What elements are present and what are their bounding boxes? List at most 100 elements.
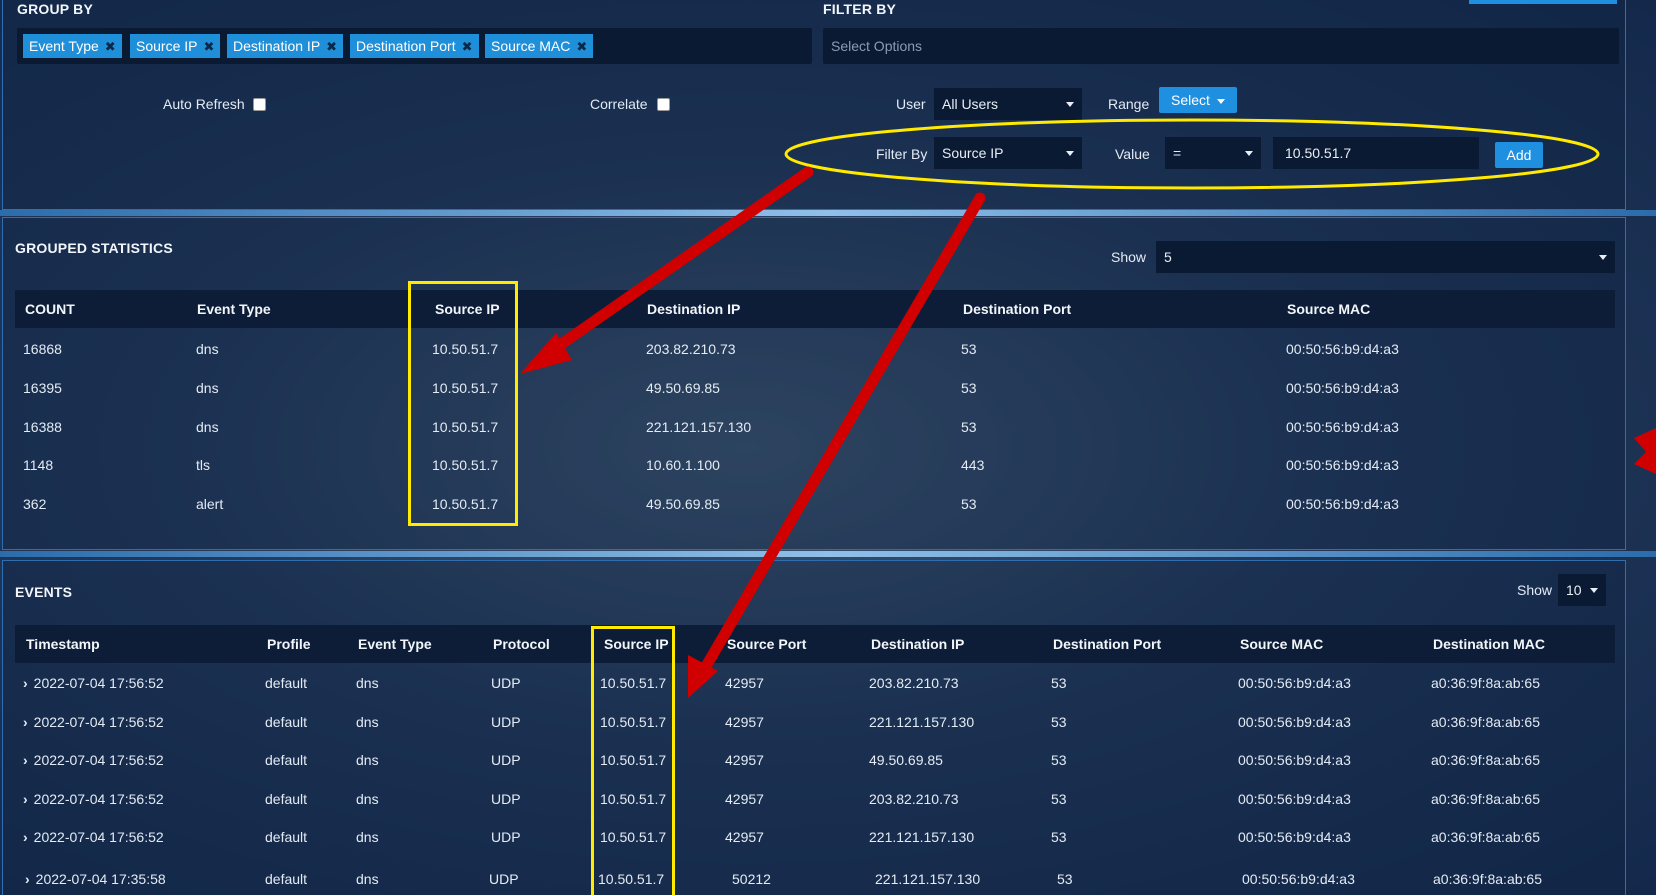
- cell-source-port: 42957: [725, 752, 764, 768]
- col-destination-ip[interactable]: Destination IP: [647, 301, 740, 317]
- timestamp-value: 2022-07-04 17:56:52: [33, 829, 164, 845]
- col-protocol[interactable]: Protocol: [493, 636, 550, 652]
- user-label: User: [896, 96, 926, 112]
- range-button-label: Select: [1171, 92, 1210, 108]
- group-tag-destination-port[interactable]: Destination Port ✖: [350, 34, 479, 58]
- chevron-down-icon: [1245, 151, 1253, 156]
- cell-protocol: UDP: [491, 829, 521, 845]
- cell-source-mac: 00:50:56:b9:d4:a3: [1238, 675, 1351, 691]
- cell-timestamp[interactable]: › 2022-07-04 17:56:52: [23, 675, 164, 691]
- col-source-mac[interactable]: Source MAC: [1287, 301, 1370, 317]
- col-destination-ip[interactable]: Destination IP: [871, 636, 964, 652]
- cell-destination-port: 53: [1051, 791, 1067, 807]
- cell-destination-ip: 49.50.69.85: [869, 752, 943, 768]
- chevron-down-icon: [1590, 588, 1598, 593]
- correlate-checkbox[interactable]: [657, 98, 670, 111]
- col-source-port[interactable]: Source Port: [727, 636, 806, 652]
- cell-event-type: dns: [356, 752, 379, 768]
- stats-show-label: Show: [1111, 249, 1147, 265]
- correlate-label: Correlate: [590, 96, 648, 112]
- value-input[interactable]: 10.50.51.7: [1273, 137, 1479, 169]
- value-label: Value: [1115, 146, 1150, 162]
- separator: [0, 551, 1656, 557]
- chevron-right-icon[interactable]: ›: [23, 829, 28, 845]
- cell-destination-ip: 221.121.157.130: [875, 871, 981, 887]
- col-count[interactable]: COUNT: [25, 301, 75, 317]
- cell-profile: default: [265, 829, 308, 845]
- events-panel: EVENTS Show 10 Timestamp Profile Event T…: [2, 560, 1626, 895]
- tag-label: Source IP: [136, 38, 198, 54]
- cell-destination-port: 53: [961, 419, 977, 435]
- col-destination-port[interactable]: Destination Port: [963, 301, 1071, 317]
- cell-destination-port: 53: [1051, 829, 1067, 845]
- cell-destination-ip: 221.121.157.130: [646, 419, 752, 435]
- group-tag-event-type[interactable]: Event Type ✖: [23, 34, 122, 58]
- operator-select[interactable]: =: [1165, 137, 1261, 169]
- cell-profile: default: [265, 752, 308, 768]
- cell-source-mac: 00:50:56:b9:d4:a3: [1286, 341, 1399, 357]
- remove-tag-icon[interactable]: ✖: [462, 39, 473, 54]
- user-select[interactable]: All Users: [934, 88, 1082, 120]
- cell-protocol: UDP: [491, 675, 521, 691]
- filter-options-input[interactable]: Select Options: [823, 28, 1619, 64]
- events-page-size-select[interactable]: 10: [1558, 574, 1606, 606]
- top-button-edge[interactable]: [1469, 0, 1617, 4]
- source-ip-highlight-box: [408, 281, 518, 526]
- cell-timestamp[interactable]: › 2022-07-04 17:56:52: [23, 714, 164, 730]
- cell-timestamp[interactable]: › 2022-07-04 17:56:52: [23, 752, 164, 768]
- remove-tag-icon[interactable]: ✖: [326, 39, 337, 54]
- col-source-mac[interactable]: Source MAC: [1240, 636, 1323, 652]
- cell-timestamp[interactable]: › 2022-07-04 17:56:52: [23, 829, 164, 845]
- filter-by-field-label: Filter By: [876, 146, 928, 162]
- cell-timestamp[interactable]: › 2022-07-04 17:35:58: [25, 871, 166, 887]
- cell-event-type: dns: [356, 829, 379, 845]
- cell-count: 1148: [23, 457, 54, 473]
- chevron-down-icon: [1599, 255, 1607, 260]
- col-destination-port[interactable]: Destination Port: [1053, 636, 1161, 652]
- tag-label: Source MAC: [491, 38, 571, 54]
- stats-title: GROUPED STATISTICS: [15, 240, 173, 256]
- col-profile[interactable]: Profile: [267, 636, 311, 652]
- events-show-label: Show: [1517, 582, 1553, 598]
- remove-tag-icon[interactable]: ✖: [576, 39, 587, 54]
- stats-page-size-select[interactable]: 5: [1156, 241, 1615, 273]
- auto-refresh-checkbox[interactable]: [253, 98, 266, 111]
- chevron-right-icon[interactable]: ›: [23, 752, 28, 768]
- filter-by-label: FILTER BY: [823, 1, 897, 17]
- remove-tag-icon[interactable]: ✖: [203, 39, 214, 54]
- cell-event-type: dns: [196, 419, 219, 435]
- cell-protocol: UDP: [491, 714, 521, 730]
- chevron-right-icon[interactable]: ›: [25, 871, 30, 887]
- chevron-right-icon[interactable]: ›: [23, 675, 28, 691]
- range-select-button[interactable]: Select: [1159, 87, 1237, 113]
- cell-source-port: 50212: [732, 871, 771, 887]
- cell-profile: default: [265, 871, 308, 887]
- cell-destination-port: 53: [961, 380, 977, 396]
- group-tag-source-mac[interactable]: Source MAC ✖: [485, 34, 594, 58]
- group-tag-source-ip[interactable]: Source IP ✖: [130, 34, 221, 58]
- cell-event-type: dns: [356, 714, 379, 730]
- chevron-down-icon: [1066, 151, 1074, 156]
- tag-label: Event Type: [29, 38, 99, 54]
- col-event-type[interactable]: Event Type: [358, 636, 432, 652]
- cell-timestamp[interactable]: › 2022-07-04 17:56:52: [23, 791, 164, 807]
- stats-page-size-value: 5: [1164, 249, 1172, 265]
- remove-tag-icon[interactable]: ✖: [105, 39, 116, 54]
- col-timestamp[interactable]: Timestamp: [26, 636, 100, 652]
- cell-profile: default: [265, 675, 308, 691]
- events-header-row: Timestamp Profile Event Type Protocol So…: [15, 625, 1615, 663]
- cell-source-port: 42957: [725, 829, 764, 845]
- filter-by-select[interactable]: Source IP: [934, 137, 1082, 169]
- cell-source-mac: 00:50:56:b9:d4:a3: [1238, 714, 1351, 730]
- add-filter-button[interactable]: Add: [1495, 142, 1543, 168]
- col-destination-mac[interactable]: Destination MAC: [1433, 636, 1545, 652]
- tag-label: Destination IP: [233, 38, 321, 54]
- separator: [0, 210, 1656, 216]
- group-by-label: GROUP BY: [17, 1, 94, 17]
- chevron-right-icon[interactable]: ›: [23, 791, 28, 807]
- cell-destination-ip: 10.60.1.100: [646, 457, 720, 473]
- col-event-type[interactable]: Event Type: [197, 301, 271, 317]
- cell-count: 16388: [23, 419, 62, 435]
- chevron-right-icon[interactable]: ›: [23, 714, 28, 730]
- group-tag-destination-ip[interactable]: Destination IP ✖: [227, 34, 344, 58]
